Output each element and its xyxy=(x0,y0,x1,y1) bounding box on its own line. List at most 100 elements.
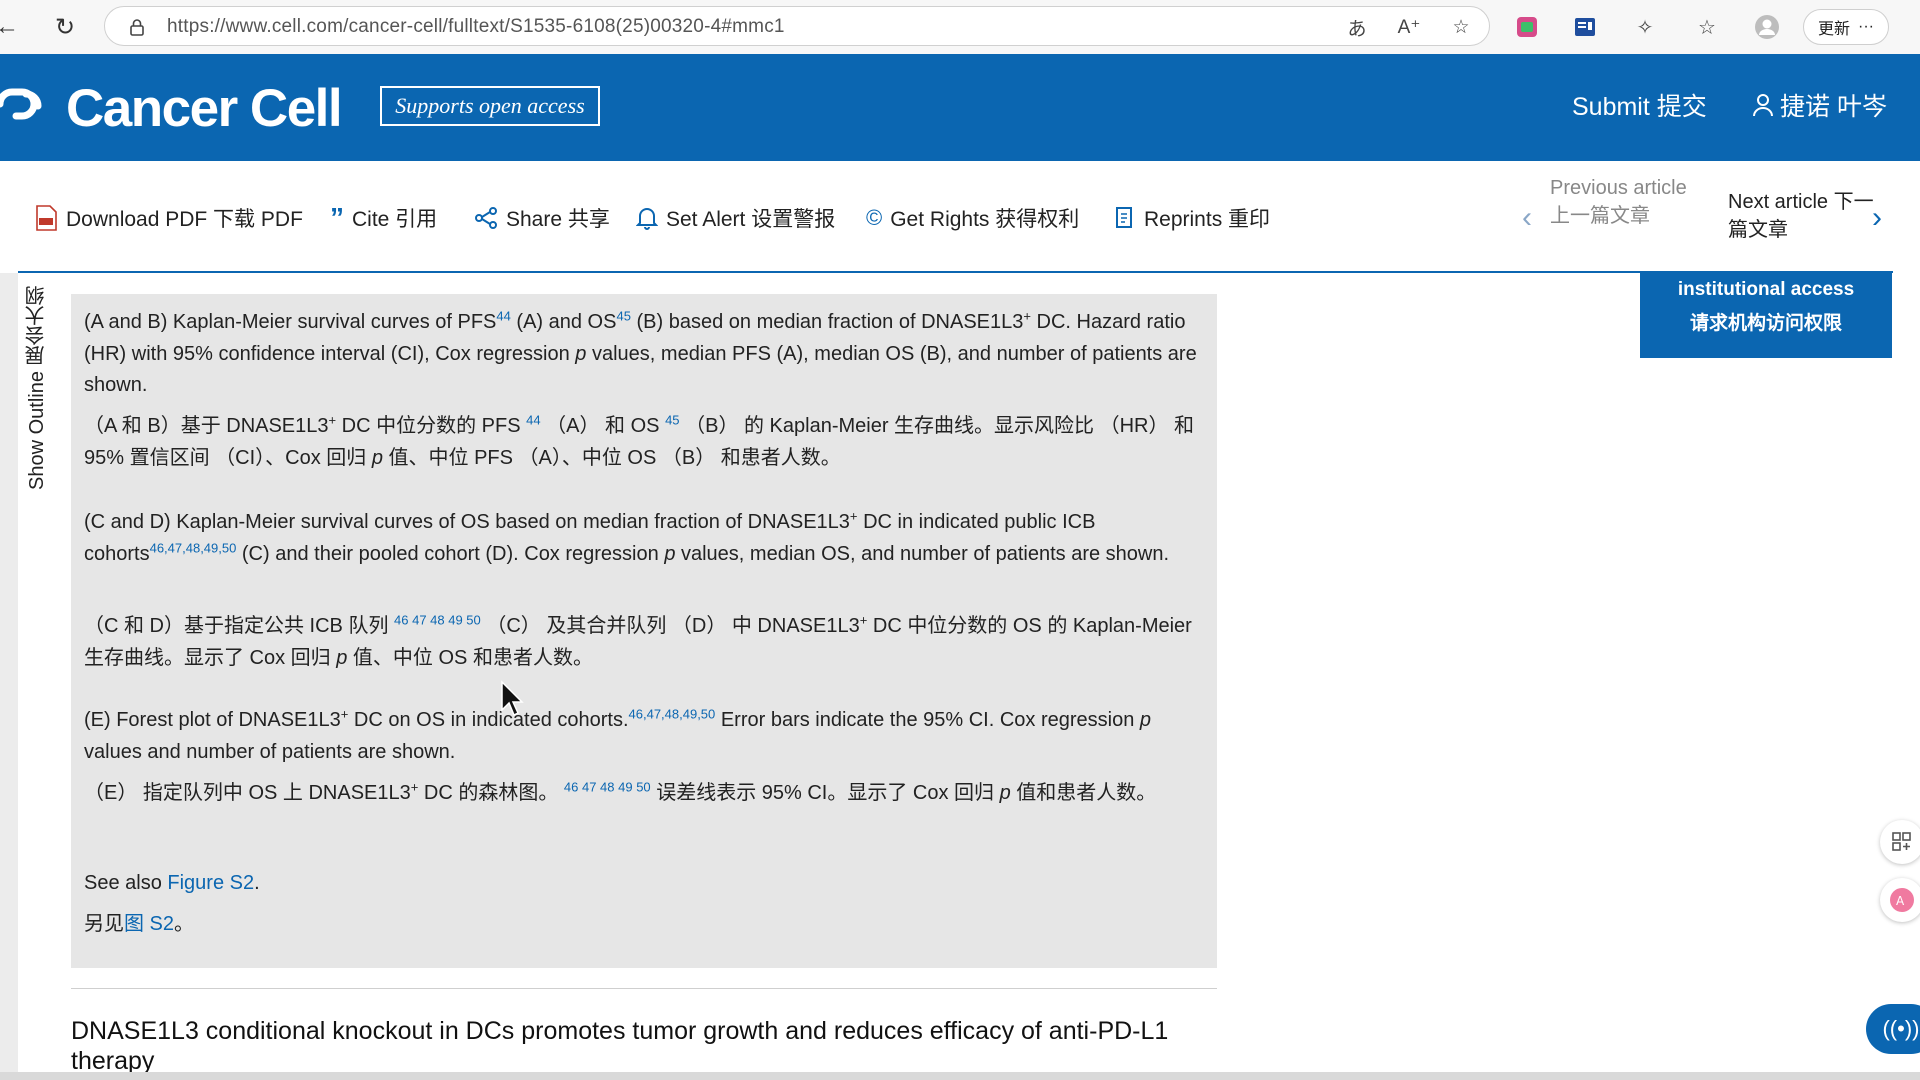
access-label-zh: 请求机构访问权限 xyxy=(1689,313,1842,334)
caption-paragraph-e-en: (E) Forest plot of DNASE1L3+ DC on OS in… xyxy=(84,705,1204,768)
caption-paragraph-cd-zh: （C 和 D）基于指定公共 ICB 队列 46 47 48 49 50 （C） … xyxy=(84,611,1204,674)
caption-text: 。 xyxy=(174,913,195,935)
see-also-zh: 另见图 S2。 xyxy=(84,909,1204,941)
back-icon[interactable]: ← xyxy=(0,10,24,44)
extension-icon[interactable]: ✧ xyxy=(1630,12,1660,42)
reference-link[interactable]: 46,47,48,49,50 xyxy=(150,540,237,555)
caption-text: （A） 和 OS xyxy=(540,415,666,437)
previous-article-link[interactable]: Previous article 上一篇文章 xyxy=(1522,174,1708,230)
caption-text: 值和患者人数。 xyxy=(1010,782,1157,804)
superscript-plus: + xyxy=(849,508,858,524)
reprints-icon xyxy=(1114,206,1136,230)
figure-caption: (A and B) Kaplan-Meier survival curves o… xyxy=(71,294,1217,968)
p-italic: p xyxy=(1139,709,1152,731)
caption-text: (B) based on median fraction of DNASE1L3 xyxy=(630,311,1024,333)
user-account-link[interactable]: 捷诺 叶岑 xyxy=(1752,87,1887,123)
figure-s2-link-zh[interactable]: 图 S2 xyxy=(124,913,174,935)
toolbar-divider xyxy=(18,271,1893,273)
reprints-button[interactable]: Reprints 重印 xyxy=(1114,203,1270,233)
update-button[interactable]: 更新 ··· xyxy=(1803,9,1889,45)
user-name: 捷诺 叶岑 xyxy=(1780,93,1887,121)
article-toolbar: Download PDF 下载 PDF ” Cite 引用 Share 共享 S… xyxy=(0,161,1920,271)
extension-color-icon[interactable] xyxy=(1512,12,1542,42)
reference-link[interactable]: 45 xyxy=(616,308,630,323)
reader-extension-icon[interactable] xyxy=(1570,12,1600,42)
apps-icon[interactable] xyxy=(1880,820,1920,864)
caption-text: (A and B) Kaplan-Meier survival curves o… xyxy=(84,311,497,333)
bell-icon xyxy=(636,206,658,230)
get-rights-button[interactable]: © Get Rights 获得权利 xyxy=(866,203,1079,233)
caption-text: DC on OS in indicated cohorts. xyxy=(348,709,629,731)
read-aloud-icon[interactable]: A⁺ xyxy=(1395,13,1423,41)
caption-text: DC 中位分数的 PFS xyxy=(336,415,527,437)
share-label: Share 共享 xyxy=(506,208,610,231)
reference-link[interactable]: 44 xyxy=(496,308,510,323)
favorite-icon[interactable]: ☆ xyxy=(1447,13,1475,41)
access-label-en: institutional access xyxy=(1677,279,1855,300)
cite-button[interactable]: ” Cite 引用 xyxy=(330,202,437,233)
caption-text: See also xyxy=(84,872,168,894)
institutional-access-button[interactable]: institutional access 请求机构访问权限 xyxy=(1640,273,1892,358)
caption-text: （E） 指定队列中 OS 上 DNASE1L3 xyxy=(84,782,411,804)
caption-text: (A) and OS xyxy=(510,311,617,333)
caption-text: . xyxy=(254,872,260,894)
caption-text: （C 和 D）基于指定公共 ICB 队列 xyxy=(84,615,395,637)
share-icon xyxy=(474,206,498,230)
update-label: 更新 xyxy=(1818,21,1851,38)
set-alert-button[interactable]: Set Alert 设置警报 xyxy=(636,203,835,233)
journal-title[interactable]: Cancer Cell xyxy=(66,78,343,139)
caption-text: 另见 xyxy=(84,913,124,935)
browser-toolbar: ← ↻ https://www.cell.com/cancer-cell/ful… xyxy=(0,0,1920,55)
broadcast-icon[interactable]: ((•)) xyxy=(1866,1004,1920,1054)
cell-logo-icon[interactable] xyxy=(0,80,50,128)
superscript-plus: + xyxy=(328,412,337,428)
download-pdf-button[interactable]: Download PDF 下载 PDF xyxy=(34,203,303,233)
get-rights-label: Get Rights 获得权利 xyxy=(890,208,1080,231)
reference-link[interactable]: 46,47,48,49,50 xyxy=(629,706,716,721)
share-button[interactable]: Share 共享 xyxy=(474,203,610,233)
journal-header: Cancer Cell Supports open access Submit … xyxy=(0,54,1920,161)
show-outline-toggle[interactable]: Show Outline 展会大纲 xyxy=(22,285,48,515)
set-alert-label: Set Alert 设置警报 xyxy=(666,208,836,231)
lock-icon[interactable] xyxy=(123,13,151,41)
superscript-plus: + xyxy=(1023,308,1031,324)
address-bar[interactable]: https://www.cell.com/cancer-cell/fulltex… xyxy=(104,6,1490,46)
reference-link[interactable]: 46 47 48 49 50 xyxy=(564,779,651,794)
chevron-right-icon[interactable]: › xyxy=(1872,201,1882,235)
refresh-icon[interactable]: ↻ xyxy=(48,10,82,44)
reference-link[interactable]: 45 xyxy=(665,412,679,427)
caption-text: (C and D) Kaplan-Meier survival curves o… xyxy=(84,511,850,533)
caption-text: (E) Forest plot of DNASE1L3 xyxy=(84,709,341,731)
caption-paragraph-e-zh: （E） 指定队列中 OS 上 DNASE1L3+ DC 的森林图。 46 47 … xyxy=(84,778,1204,810)
p-italic: p xyxy=(336,646,348,669)
p-italic: p xyxy=(371,446,383,469)
url-text[interactable]: https://www.cell.com/cancer-cell/fulltex… xyxy=(167,16,785,38)
see-also-en: See also Figure S2. xyxy=(84,868,1204,900)
pdf-icon xyxy=(34,205,58,231)
next-article-link[interactable]: Next article 下一篇文章 xyxy=(1728,188,1878,244)
caption-paragraph-ab-zh: （A 和 B）基于 DNASE1L3+ DC 中位分数的 PFS 44 （A） … xyxy=(84,411,1204,474)
section-heading: DNASE1L3 conditional knockout in DCs pro… xyxy=(71,1017,1169,1075)
figure-s2-link[interactable]: Figure S2 xyxy=(167,872,254,894)
caption-text: (C) and their pooled cohort (D). Cox reg… xyxy=(236,542,665,565)
reference-link[interactable]: 44 xyxy=(526,412,540,427)
caption-text: values, median OS, and number of patient… xyxy=(675,542,1170,565)
p-italic: p xyxy=(664,542,676,565)
submit-link[interactable]: Submit 提交 xyxy=(1572,87,1707,123)
caption-text: values and number of patients are shown. xyxy=(84,740,456,763)
reprints-label: Reprints 重印 xyxy=(1144,208,1271,231)
copyright-icon: © xyxy=(866,205,883,230)
caption-text: DC 的森林图。 xyxy=(418,782,564,804)
reference-link[interactable]: 46 47 48 49 50 xyxy=(394,612,481,627)
caption-paragraph-ab-en: (A and B) Kaplan-Meier survival curves o… xyxy=(84,307,1204,402)
p-italic: p xyxy=(575,342,587,365)
translate-icon[interactable]: あ xyxy=(1343,13,1371,41)
open-access-badge[interactable]: Supports open access xyxy=(380,86,600,126)
collections-icon[interactable]: ☆ xyxy=(1692,12,1722,42)
outline-sidebar[interactable] xyxy=(0,273,18,1080)
mouse-cursor-icon xyxy=(501,680,524,717)
profile-icon[interactable] xyxy=(1752,12,1782,42)
more-icon[interactable]: ··· xyxy=(1858,18,1874,36)
quote-icon: ” xyxy=(330,202,344,233)
translate-float-icon[interactable]: A xyxy=(1880,878,1920,922)
